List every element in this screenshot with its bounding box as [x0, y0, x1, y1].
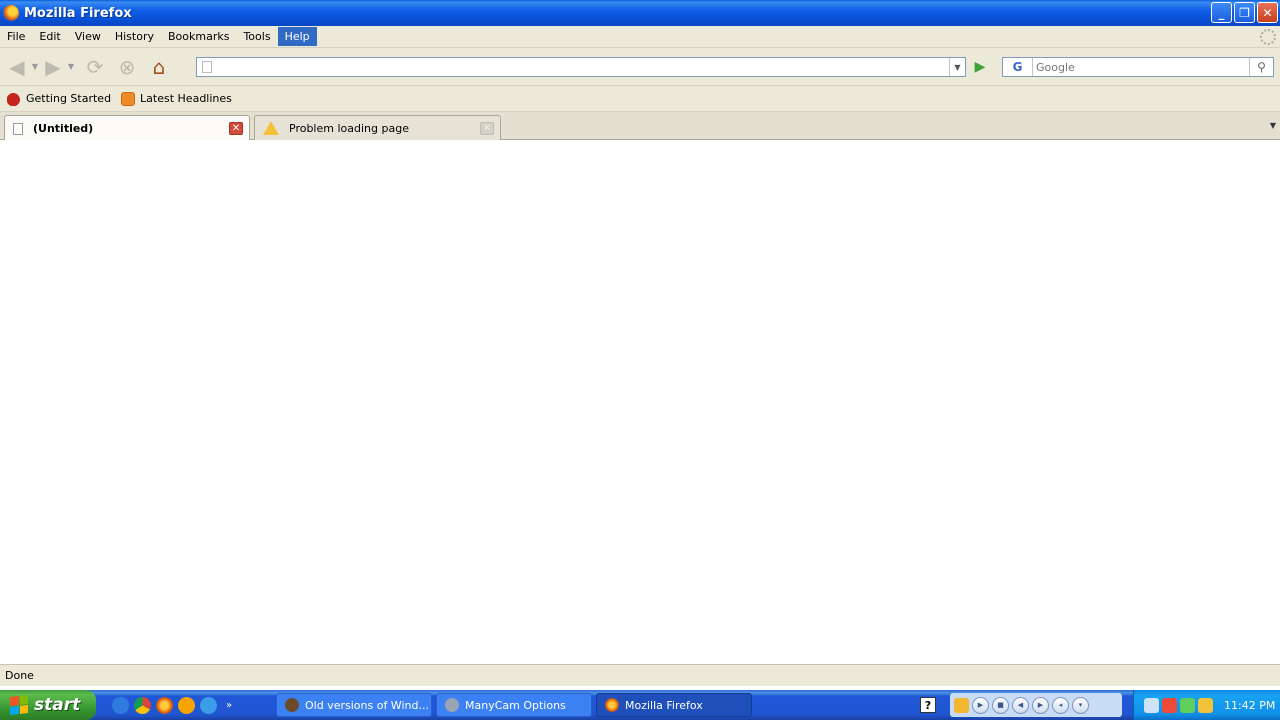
url-input[interactable]: [216, 59, 949, 75]
page-favicon-icon: [202, 61, 212, 73]
start-button[interactable]: start: [0, 690, 96, 720]
menu-help[interactable]: Help: [277, 27, 317, 46]
home-button[interactable]: ⌂: [146, 54, 172, 80]
stop-button[interactable]: ⊗: [114, 54, 140, 80]
restore-player-button[interactable]: ▾: [1072, 696, 1089, 714]
play-button[interactable]: ▶: [972, 696, 989, 714]
getting-started-icon: [7, 91, 21, 106]
bookmark-label: Getting Started: [26, 92, 112, 105]
back-button[interactable]: ◀: [4, 54, 30, 80]
bookmark-label: Latest Headlines: [140, 92, 232, 105]
taskbar-button-label: Old versions of Wind...: [305, 698, 429, 712]
warning-icon: [263, 121, 279, 135]
stop-media-button[interactable]: ■: [992, 696, 1009, 714]
close-button[interactable]: ✕: [1257, 2, 1278, 23]
update-icon[interactable]: [1180, 697, 1195, 713]
messenger-icon[interactable]: [200, 696, 217, 714]
taskbar-button-firefox[interactable]: Mozilla Firefox: [596, 693, 752, 717]
chrome-icon[interactable]: [134, 696, 151, 714]
throbber-icon: [1260, 29, 1276, 45]
reload-button[interactable]: ⟳: [82, 54, 108, 80]
forward-button[interactable]: ▶: [40, 54, 66, 80]
previous-button[interactable]: ◀: [1012, 696, 1029, 714]
window-controls: _ ❐ ✕: [1211, 2, 1278, 23]
menu-bookmarks[interactable]: Bookmarks: [161, 27, 236, 46]
magnifier-icon[interactable]: ⚲: [1249, 58, 1273, 76]
tab-bar: (Untitled) ✕ Problem loading page ✕ ▼: [0, 112, 1280, 141]
start-label: start: [34, 695, 81, 715]
window-title: Mozilla Firefox: [24, 5, 132, 21]
next-button[interactable]: ▶: [1032, 696, 1049, 714]
status-bar: Done: [0, 664, 1280, 686]
security-icon[interactable]: [1162, 697, 1177, 713]
system-tray: 11:42 PM: [1133, 690, 1280, 720]
windows-logo-icon: [10, 695, 28, 715]
blank-page-icon: [13, 122, 23, 135]
menu-file[interactable]: File: [0, 27, 32, 46]
search-engine-selector[interactable]: G: [1003, 58, 1033, 76]
firefox-quicklaunch-icon[interactable]: [156, 696, 173, 714]
tab-close-icon[interactable]: ✕: [480, 122, 494, 135]
taskbar-button-label: Mozilla Firefox: [625, 698, 703, 712]
menu-view[interactable]: View: [68, 27, 108, 46]
rss-icon: [121, 91, 136, 106]
firefox-icon: [605, 698, 619, 712]
bookmark-latest-headlines[interactable]: Latest Headlines: [116, 91, 237, 106]
minimize-button[interactable]: _: [1211, 2, 1232, 23]
url-history-dropdown[interactable]: ▼: [949, 58, 965, 76]
media-toolbar: ▶ ■ ◀ ▶ ◂ ▾: [950, 693, 1122, 717]
page-content[interactable]: [0, 140, 1280, 664]
media-logo-icon: [954, 697, 969, 713]
media-player-icon[interactable]: [178, 696, 195, 714]
tab-problem-loading[interactable]: Problem loading page ✕: [254, 115, 501, 140]
bookmark-getting-started[interactable]: Getting Started: [2, 91, 116, 106]
restore-button[interactable]: ❐: [1234, 2, 1255, 23]
status-text: Done: [5, 669, 34, 682]
tab-list-dropdown-icon[interactable]: ▼: [1270, 121, 1276, 130]
tab-close-icon[interactable]: ✕: [229, 122, 243, 135]
firefox-icon: [3, 5, 19, 21]
taskbar-button-manycam[interactable]: ManyCam Options: [436, 693, 592, 717]
taskbar-button-old-versions[interactable]: Old versions of Wind...: [276, 693, 432, 717]
tab-label: (Untitled): [33, 122, 94, 135]
menu-edit[interactable]: Edit: [32, 27, 67, 46]
search-tray-icon[interactable]: [1198, 697, 1213, 713]
menu-bar: File Edit View History Bookmarks Tools H…: [0, 26, 1280, 48]
search-input[interactable]: [1036, 59, 1249, 75]
search-box[interactable]: G ⚲: [1002, 57, 1274, 77]
quick-launch: »: [112, 696, 232, 714]
navigation-toolbar: ◀ ▼ ▶ ▼ ⟳ ⊗ ⌂ ▼ ▶ G ⚲: [0, 48, 1280, 86]
menu-history[interactable]: History: [108, 27, 161, 46]
menu-tools[interactable]: Tools: [236, 27, 277, 46]
help-icon[interactable]: ?: [920, 697, 936, 713]
bookmarks-toolbar: Getting Started Latest Headlines: [0, 86, 1280, 112]
network-icon[interactable]: [1144, 697, 1159, 713]
title-bar[interactable]: Mozilla Firefox _ ❐ ✕: [0, 0, 1280, 26]
tab-untitled[interactable]: (Untitled) ✕: [4, 115, 250, 141]
volume-button[interactable]: ◂: [1052, 696, 1069, 714]
quick-launch-chevron-icon[interactable]: »: [226, 700, 232, 711]
tab-label: Problem loading page: [289, 121, 409, 135]
internet-explorer-icon[interactable]: [112, 696, 129, 714]
back-history-dropdown[interactable]: ▼: [30, 62, 40, 71]
manycam-icon: [445, 698, 459, 712]
forward-history-dropdown[interactable]: ▼: [66, 62, 76, 71]
clock[interactable]: 11:42 PM: [1224, 699, 1275, 712]
taskbar-button-label: ManyCam Options: [465, 698, 566, 712]
go-button[interactable]: ▶: [972, 59, 988, 75]
app-icon: [285, 698, 299, 712]
url-bar[interactable]: ▼: [196, 57, 966, 77]
